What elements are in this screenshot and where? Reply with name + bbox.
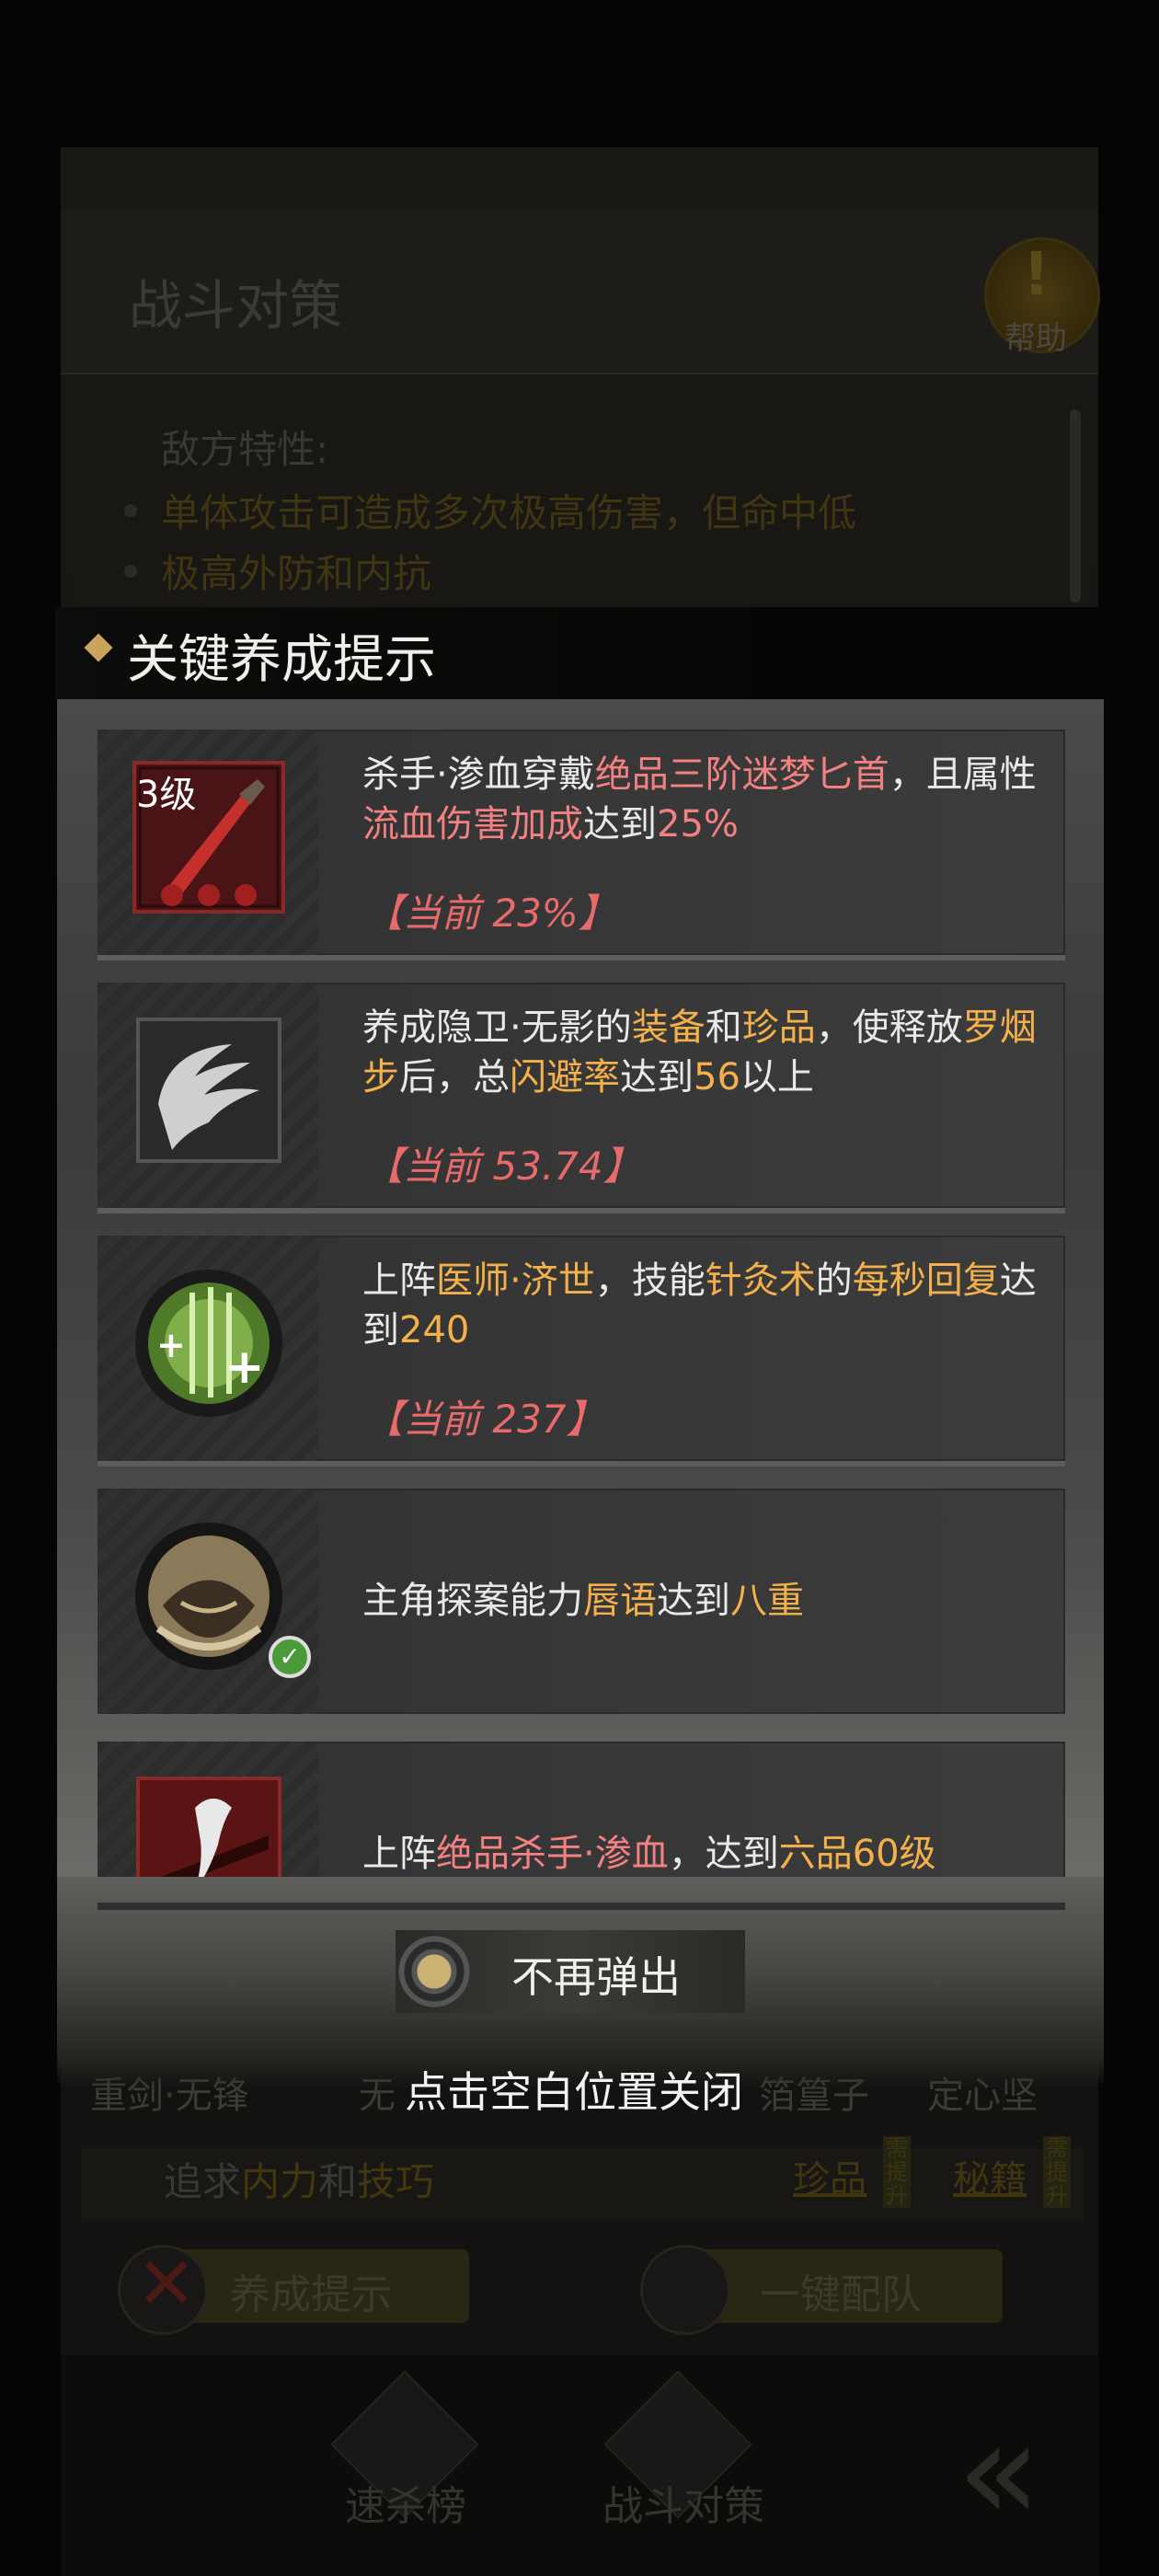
plain-text: ，技能 — [594, 1259, 706, 1302]
plain-text: 达到 — [620, 1056, 694, 1098]
plain-text: 上阵 — [362, 1259, 436, 1302]
traits-scrollbar[interactable] — [1070, 409, 1081, 603]
tip-text: 杀手·渗血穿戴绝品三阶迷梦匕首，且属性流血伤害加成达到25% — [362, 750, 1043, 849]
highlight-text: 240 — [399, 1309, 470, 1351]
plain-text: ，使释放 — [815, 1006, 963, 1049]
tip-text: 上阵医师·济世，技能针灸术的每秒回复达到240 — [362, 1256, 1043, 1355]
highlight-text: 25% — [657, 803, 739, 845]
background-title: 战斗对策 — [129, 274, 343, 337]
dont-show-again-label: 不再弹出 — [511, 1952, 681, 2002]
plain-text: 上阵 — [362, 1833, 436, 1875]
plain-text: 主角探案能力 — [362, 1580, 583, 1622]
plain-text: 和 — [705, 1006, 742, 1049]
help-label: 帮助 — [1004, 320, 1067, 357]
assassin-icon — [136, 1777, 281, 1877]
plain-text: ，达到 — [668, 1833, 779, 1875]
divider — [98, 1903, 1065, 1910]
bullet-icon — [124, 504, 137, 517]
highlight-text: 绝品杀手·渗血 — [436, 1833, 669, 1875]
tip-text: 主角探案能力唇语达到八重 — [362, 1576, 1043, 1626]
highlight-text: 流血伤害加成 — [362, 803, 583, 845]
eagle-icon — [136, 1018, 281, 1163]
highlight-text: 每秒回复 — [852, 1259, 1000, 1302]
bottom-nav — [61, 2355, 1098, 2576]
manual-link[interactable]: 秘籍 — [953, 2149, 1027, 2202]
tip-card: ✓ 主角探案能力唇语达到八重 — [98, 1489, 1065, 1719]
tip-card: 上阵绝品杀手·渗血，达到六品60级 — [98, 1742, 1065, 1877]
upgrade-tag: 需提升 — [883, 2136, 911, 2208]
svg-text:+: + — [224, 1340, 265, 1395]
enemy-traits-title: 敌方特性: — [161, 427, 329, 472]
current-value: 【当前 23%】 — [364, 891, 617, 936]
close-hint: 点击空白位置关闭 — [405, 2067, 743, 2117]
radio-icon[interactable] — [397, 1935, 471, 2008]
nav-battle-strategy[interactable]: 战斗对策 — [602, 2473, 764, 2532]
highlight-text: 绝品三阶迷梦匕首 — [594, 753, 889, 796]
plain-text: 养成隐卫·无影的 — [362, 1006, 632, 1049]
upgrade-tag: 需提升 — [1043, 2136, 1071, 2208]
highlight-text: 珍品 — [741, 1006, 816, 1049]
cultivation-tips-label: 养成提示 — [230, 2271, 392, 2318]
highlight-text: 56 — [694, 1056, 740, 1098]
plain-text: 的 — [815, 1259, 853, 1302]
current-value: 【当前 53.74】 — [364, 1144, 642, 1189]
highlight-text: 装备 — [631, 1006, 706, 1049]
svg-text:+: + — [156, 1325, 186, 1365]
exclamation-icon: ! — [1023, 241, 1050, 309]
bullet-icon — [124, 565, 137, 578]
tip-text: 上阵绝品杀手·渗血，达到六品60级 — [362, 1829, 1043, 1877]
tip-card: 3级 杀手·渗血穿戴绝品三阶迷梦匕首，且属性流血伤害加成达到25% 【当前 23… — [98, 730, 1065, 960]
plain-text: ，且属性 — [889, 753, 1037, 796]
acupuncture-icon: + + — [135, 1270, 282, 1417]
current-value: 【当前 237】 — [364, 1397, 605, 1442]
enemy-trait: 单体攻击可造成多次极高伤害，但命中低 — [161, 490, 857, 535]
nav-speed-kill[interactable]: 速杀榜 — [345, 2473, 466, 2532]
modal-title: 关键养成提示 — [127, 630, 436, 690]
highlight-text: 六品60级 — [778, 1833, 936, 1875]
highlight-text: 医师·济世 — [436, 1259, 595, 1302]
enemy-trait: 极高外防和内抗 — [161, 551, 432, 596]
tip-card: + + 上阵医师·济世，技能针灸术的每秒回复达到240 【当前 237】 — [98, 1236, 1065, 1466]
check-icon: ✓ — [269, 1636, 311, 1678]
tip-text: 养成隐卫·无影的装备和珍品，使释放罗烟步后，总闪避率达到56以上 — [362, 1003, 1043, 1102]
pursuit-text: 追求内力和技巧 — [164, 2159, 435, 2204]
highlight-text: 闪避率 — [510, 1056, 620, 1098]
treasure-link[interactable]: 珍品 — [793, 2149, 866, 2202]
highlight-text: 针灸术 — [705, 1259, 816, 1302]
cross-icon: ✕ — [136, 2243, 197, 2326]
plain-text: 杀手·渗血穿戴 — [362, 753, 595, 796]
level-badge: 3级 — [136, 774, 197, 816]
plain-text: 达到 — [657, 1580, 730, 1622]
highlight-text: 八重 — [730, 1580, 804, 1622]
plain-text: 以上 — [740, 1056, 814, 1098]
tip-card-clip: 上阵绝品杀手·渗血，达到六品60级 — [98, 1742, 1065, 1877]
plain-text: 达到 — [583, 803, 657, 845]
collapse-chevron-icon[interactable]: « — [957, 2392, 1041, 2552]
shield-icon — [640, 2245, 730, 2335]
lip-reading-icon — [135, 1523, 282, 1670]
auto-team-label: 一键配队 — [760, 2271, 922, 2318]
highlight-text: 唇语 — [583, 1580, 657, 1622]
plain-text: 后，总 — [399, 1056, 510, 1098]
tip-card: 养成隐卫·无影的装备和珍品，使释放罗烟步后，总闪避率达到56以上 【当前 53.… — [98, 983, 1065, 1213]
